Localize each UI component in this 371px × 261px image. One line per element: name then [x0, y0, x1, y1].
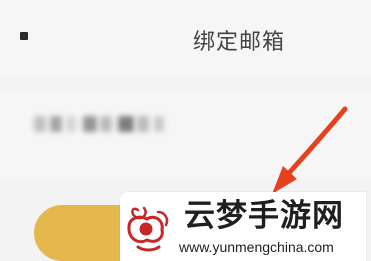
email-row — [0, 90, 371, 178]
watermark-brand: 云梦手游网 — [184, 198, 344, 234]
blurred-text-block — [100, 116, 112, 132]
blurred-text-block — [83, 116, 97, 132]
back-icon — [20, 32, 28, 40]
blurred-email-value — [34, 116, 164, 132]
blurred-text-block — [137, 116, 149, 132]
watermark-url: www.yunmengchina.com — [179, 239, 334, 255]
blurred-text-block — [66, 116, 76, 132]
blurred-text-block — [118, 116, 134, 132]
watermark-banner: 云梦手游网 www.yunmengchina.com — [120, 192, 366, 261]
blurred-text-block — [34, 116, 46, 132]
blurred-text-block — [50, 116, 62, 132]
back-button[interactable] — [20, 32, 30, 42]
top-bar: 绑定邮箱 — [0, 0, 371, 76]
blurred-text-block — [154, 116, 164, 132]
page-title: 绑定邮箱 — [193, 30, 286, 55]
email-binding-screen: 绑定邮箱 云梦手游网 www.yunmengchina.com — [0, 0, 371, 261]
yunmeng-logo-icon — [127, 206, 169, 252]
